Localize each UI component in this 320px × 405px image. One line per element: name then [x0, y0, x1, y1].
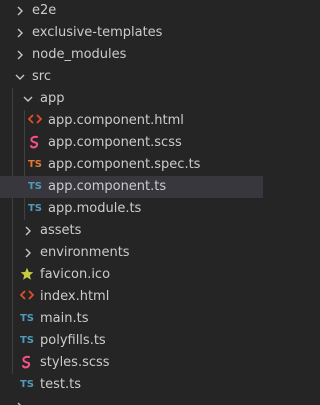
tree-item-label: main.ts [40, 311, 89, 326]
tree-item-label: e2e [32, 3, 57, 18]
tree-item-test-ts[interactable]: TS test.ts [0, 374, 263, 396]
tree-item-polyfills-ts[interactable]: TS polyfills.ts [0, 330, 263, 352]
tree-item-label: index.html [40, 289, 110, 304]
file-explorer-tree: e2e exclusive-templates node_modules src… [0, 0, 263, 405]
tree-item-label: favicon.ico [40, 267, 111, 282]
tree-item-label: styles.scss [40, 355, 110, 370]
tree-item-label: node_modules [32, 47, 127, 62]
tree-item-label: exclusive-templates [32, 25, 163, 40]
typescript-file-icon: TS [27, 181, 43, 192]
chevron-right-icon [14, 401, 26, 405]
tree-item-label: test.ts [40, 377, 81, 392]
chevron-right-icon [22, 247, 34, 259]
tree-item-label: app.module.ts [48, 201, 142, 216]
tree-item-label: environments [40, 245, 130, 260]
tree-item-label: app.component.spec.ts [48, 157, 201, 172]
tree-item-app-component-html[interactable]: app.component.html [0, 110, 263, 132]
typescript-file-icon: TS [27, 203, 43, 214]
tree-item-styles-scss[interactable]: styles.scss [0, 352, 263, 374]
tree-item-app-component-spec-ts[interactable]: TS app.component.spec.ts [0, 154, 263, 176]
tree-item-src[interactable]: src [0, 66, 263, 88]
typescript-file-icon: TS [19, 313, 35, 324]
tree-item-favicon-ico[interactable]: favicon.ico [0, 264, 263, 286]
chevron-down-icon [22, 93, 34, 105]
tree-item-index-html[interactable]: index.html [0, 286, 263, 308]
tree-item-label: app.component.scss [48, 135, 182, 150]
html-file-icon [27, 113, 43, 129]
tree-item-node-modules[interactable]: node_modules [0, 44, 263, 66]
tree-item-label: app [40, 91, 65, 106]
tree-item-app-component-ts[interactable]: TS app.component.ts [0, 176, 263, 198]
tree-item-exclusive-templates[interactable]: exclusive-templates [0, 22, 263, 44]
chevron-down-icon [14, 71, 26, 83]
tree-item-label: src [32, 69, 51, 84]
tree-item-label: assets [40, 223, 82, 238]
tree-item-assets[interactable]: assets [0, 220, 263, 242]
tree-item-app[interactable]: app [0, 88, 263, 110]
tree-item-label: app.component.html [48, 113, 184, 128]
chevron-right-icon [14, 27, 26, 39]
tree-item-label: polyfills.ts [40, 333, 106, 348]
chevron-right-icon [22, 225, 34, 237]
scss-file-icon [27, 135, 43, 151]
tree-item-app-component-scss[interactable]: app.component.scss [0, 132, 263, 154]
typescript-file-icon: TS [19, 379, 35, 390]
tree-item-app-module-ts[interactable]: TS app.module.ts [0, 198, 263, 220]
tree-item-partial[interactable] [0, 396, 263, 405]
tree-item-environments[interactable]: environments [0, 242, 263, 264]
chevron-right-icon [14, 5, 26, 17]
tree-item-label: app.component.ts [48, 179, 167, 194]
star-icon [19, 267, 35, 283]
typescript-file-icon: TS [19, 335, 35, 346]
typescript-spec-file-icon: TS [27, 159, 43, 170]
scss-file-icon [19, 355, 35, 371]
chevron-right-icon [14, 49, 26, 61]
tree-item-main-ts[interactable]: TS main.ts [0, 308, 263, 330]
html-file-icon [19, 289, 35, 305]
tree-item-e2e[interactable]: e2e [0, 0, 263, 22]
